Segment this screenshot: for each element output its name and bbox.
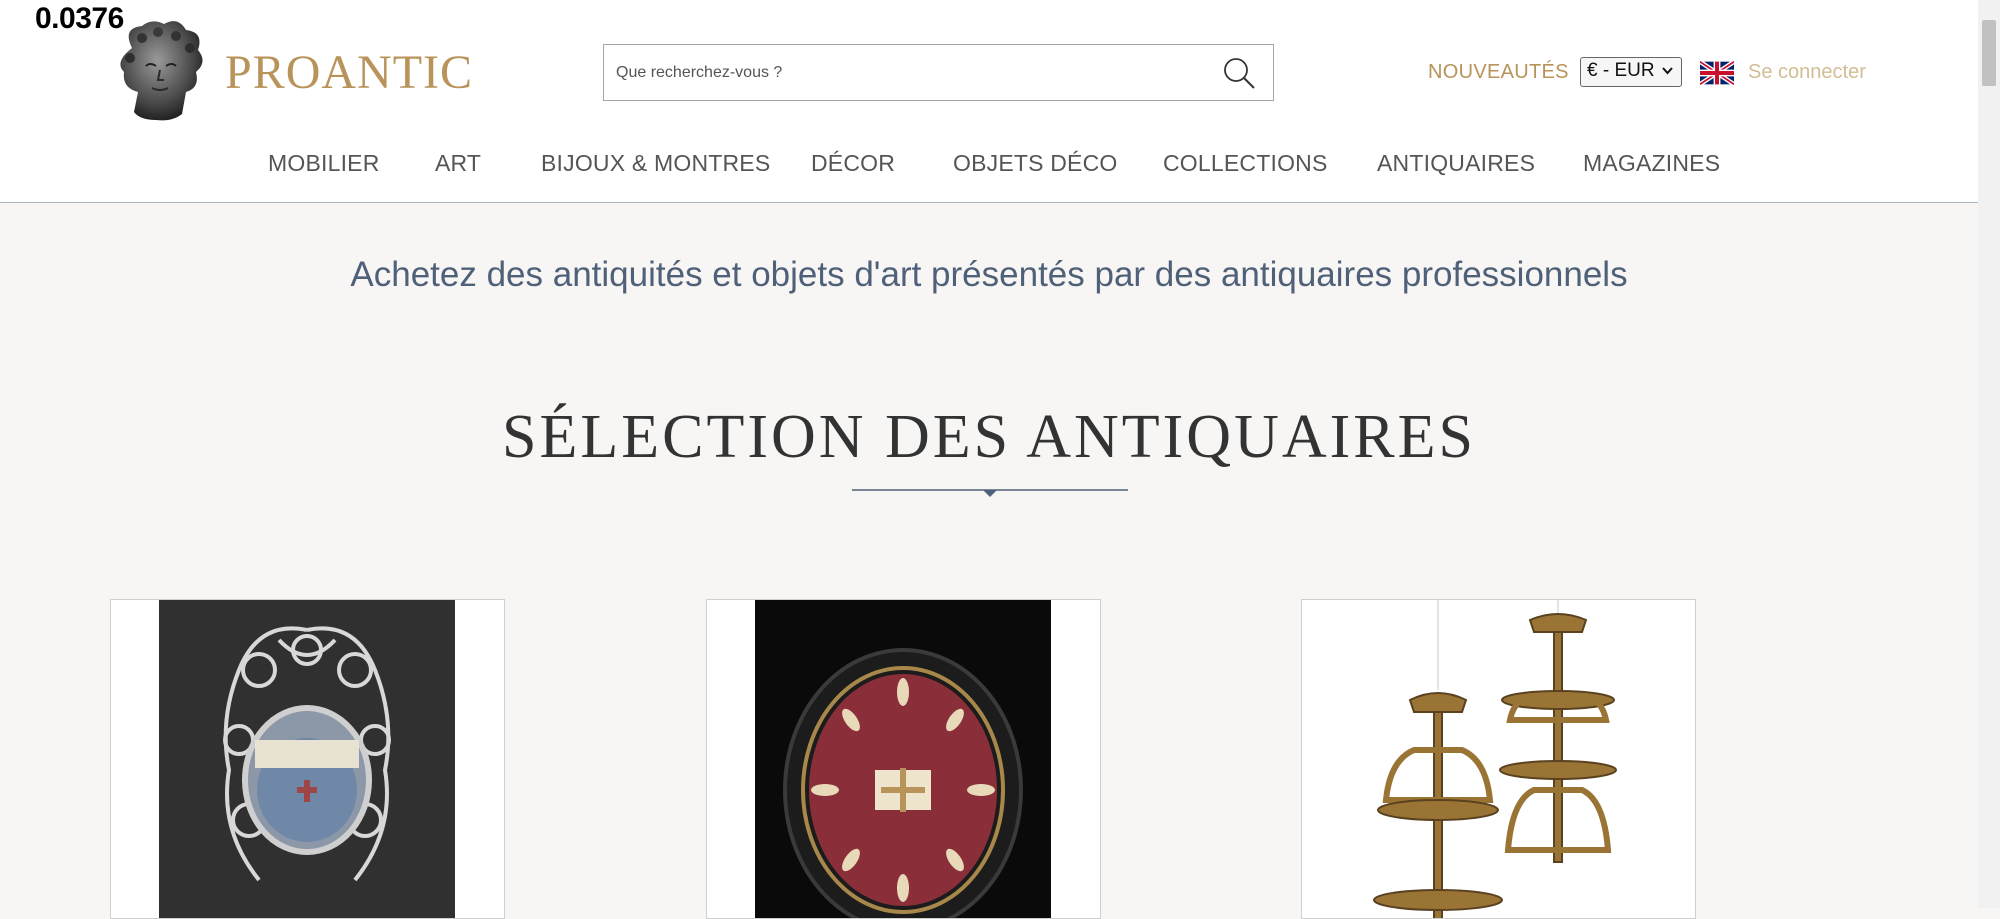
- gilt-wall-shelves-image[interactable]: [1350, 600, 1646, 919]
- nav-item-mobilier[interactable]: MOBILIER: [268, 150, 380, 177]
- section-title: SÉLECTION DES ANTIQUAIRES: [502, 403, 1476, 471]
- title-divider: [852, 489, 1128, 497]
- product-card[interactable]: [1301, 599, 1696, 919]
- search-box: [603, 44, 1274, 101]
- product-card[interactable]: [110, 599, 505, 919]
- login-link[interactable]: Se connecter: [1748, 61, 1866, 84]
- chevron-down-icon: [1662, 67, 1673, 75]
- site-header: 0.0376 PROANTIC NOUVEAUTÉS € - EUR: [0, 0, 1978, 203]
- nav-item-collections[interactable]: COLLECTIONS: [1163, 150, 1328, 177]
- page-scrollbar[interactable]: [1978, 0, 2000, 908]
- nav-item-antiquaires[interactable]: ANTIQUAIRES: [1377, 150, 1535, 177]
- overlay-value: 0.0376: [35, 2, 124, 35]
- tagline: Achetez des antiquités et objets d'art p…: [350, 255, 1628, 294]
- nav-item-magazines[interactable]: MAGAZINES: [1583, 150, 1720, 177]
- search-icon[interactable]: [1221, 55, 1257, 91]
- search-input[interactable]: [614, 55, 1198, 91]
- nav-item-art[interactable]: ART: [435, 150, 481, 177]
- currency-value: € - EUR: [1587, 60, 1655, 81]
- currency-select[interactable]: € - EUR: [1580, 57, 1682, 87]
- oval-framed-reliquary-image[interactable]: [755, 600, 1051, 919]
- silver-filigree-reliquary-image[interactable]: [159, 600, 455, 919]
- nav-item-bijoux-montres[interactable]: BIJOUX & MONTRES: [541, 150, 770, 177]
- nav-item-objets-deco[interactable]: OBJETS DÉCO: [953, 150, 1118, 177]
- main-nav: MOBILIER ART BIJOUX & MONTRES DÉCOR OBJE…: [0, 150, 1978, 180]
- uk-flag-icon[interactable]: [1700, 60, 1734, 86]
- new-arrivals-link[interactable]: NOUVEAUTÉS: [1428, 61, 1569, 84]
- product-card[interactable]: [706, 599, 1101, 919]
- nav-item-decor[interactable]: DÉCOR: [811, 150, 895, 177]
- scrollbar-thumb[interactable]: [1982, 20, 1996, 86]
- logo-text[interactable]: PROANTIC: [225, 45, 473, 100]
- logo-bust-icon[interactable]: [112, 18, 208, 122]
